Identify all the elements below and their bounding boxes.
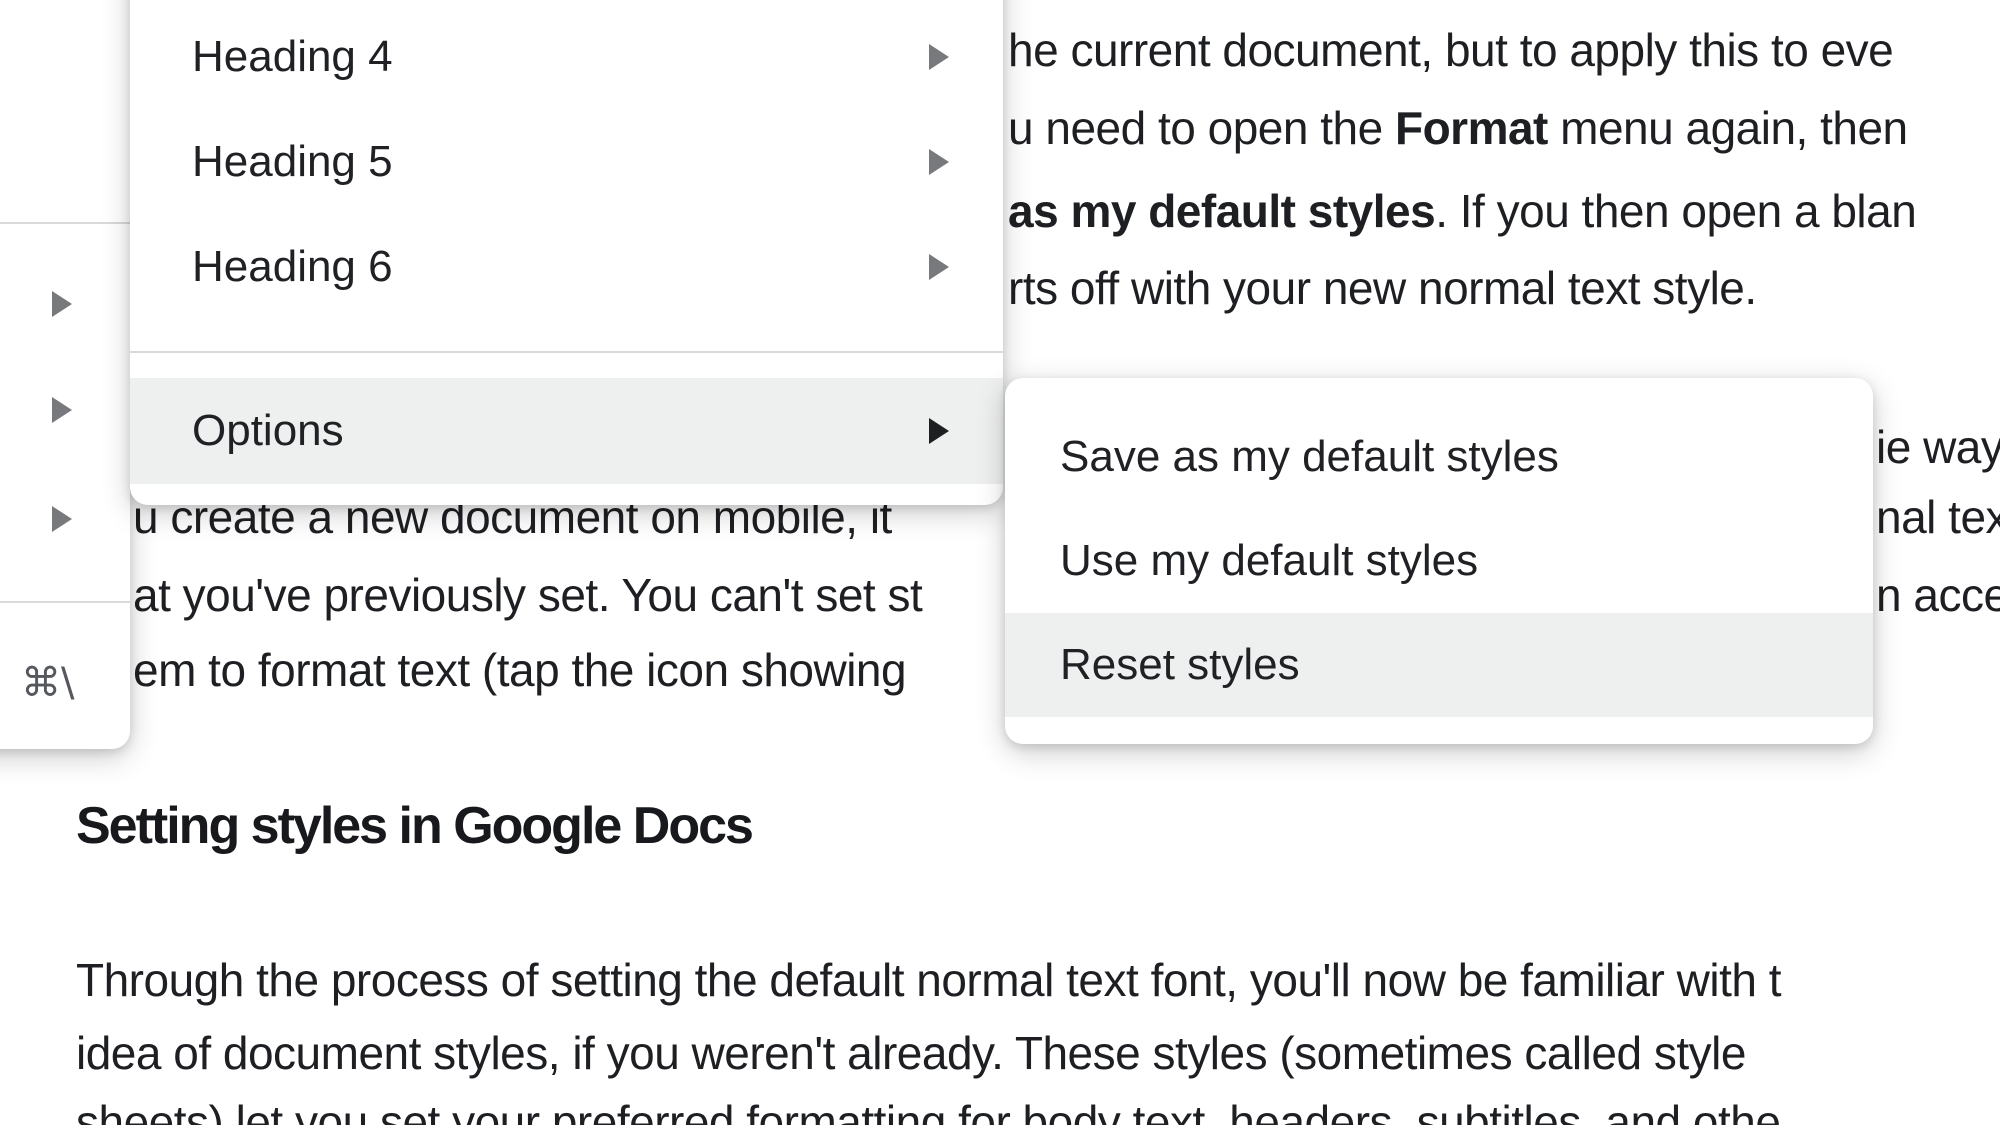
doc-line: rts off with your new normal text style. — [1008, 258, 1757, 318]
doc-text-bold: as my default styles — [1008, 185, 1435, 237]
format-menu-item[interactable] — [0, 358, 130, 462]
menu-item-label: Options — [192, 406, 344, 456]
menu-item-label: Heading 4 — [192, 32, 393, 82]
doc-line: at you've previously set. You can't set … — [133, 565, 922, 625]
menu-item-heading-4[interactable]: Heading 4 — [130, 5, 1003, 109]
submenu-arrow-icon — [52, 291, 72, 317]
menu-item-heading-6[interactable]: Heading 6 — [130, 215, 1003, 319]
submenu-arrow-icon — [929, 254, 949, 280]
menu-item-label: Heading 5 — [192, 137, 393, 187]
menu-item-use-default-styles[interactable]: Use my default styles — [1005, 509, 1873, 613]
doc-line: idea of document styles, if you weren't … — [76, 1023, 1746, 1083]
menu-divider — [130, 351, 1003, 353]
doc-line-fragment: ie way — [1876, 417, 2000, 477]
submenu-arrow-icon — [929, 149, 949, 175]
submenu-arrow-icon — [929, 418, 949, 444]
submenu-arrow-icon — [929, 44, 949, 70]
format-menu-item[interactable] — [0, 252, 130, 356]
menu-item-label: Save as my default styles — [1060, 432, 1559, 482]
screen: he current document, but to apply this t… — [0, 0, 2000, 1125]
doc-line: Through the process of setting the defau… — [76, 950, 1781, 1010]
menu-item-reset-styles[interactable]: Reset styles — [1005, 613, 1873, 717]
submenu-arrow-icon — [52, 397, 72, 423]
doc-line: em to format text (tap the icon showing — [133, 640, 906, 700]
doc-line-fragment: nal tex — [1876, 487, 2000, 547]
doc-text-bold: Format — [1395, 102, 1548, 154]
doc-text: . If you then open a blan — [1435, 185, 1916, 237]
format-menu-item[interactable] — [0, 467, 130, 571]
section-heading: Setting styles in Google Docs — [76, 791, 752, 861]
doc-text: u need to open the — [1008, 102, 1395, 154]
doc-line: sheets) let you set your preferred forma… — [76, 1092, 1780, 1125]
submenu-arrow-icon — [52, 506, 72, 532]
menu-divider — [0, 601, 130, 603]
doc-line: u need to open the Format menu again, th… — [1008, 98, 1908, 158]
menu-item-label: Reset styles — [1060, 640, 1300, 690]
format-menu-panel: ⌘\ — [0, 0, 130, 749]
menu-item-label: Heading 6 — [192, 242, 393, 292]
menu-item-label: Use my default styles — [1060, 536, 1478, 586]
menu-item-options[interactable]: Options — [130, 378, 1003, 484]
doc-line: he current document, but to apply this t… — [1008, 20, 1893, 80]
doc-line: as my default styles. If you then open a… — [1008, 181, 1916, 241]
menu-divider — [0, 222, 130, 224]
doc-text: menu again, then — [1548, 102, 1908, 154]
menu-item-heading-5[interactable]: Heading 5 — [130, 110, 1003, 214]
options-submenu-panel: Save as my default styles Use my default… — [1005, 378, 1873, 744]
paragraph-styles-menu-panel: Heading 4 Heading 5 Heading 6 Options — [130, 0, 1003, 505]
menu-item-clear-formatting[interactable]: ⌘\ — [0, 631, 130, 735]
menu-item-save-default-styles[interactable]: Save as my default styles — [1005, 405, 1873, 509]
keyboard-shortcut: ⌘\ — [21, 660, 74, 706]
doc-line-fragment: n acce — [1876, 565, 2000, 625]
